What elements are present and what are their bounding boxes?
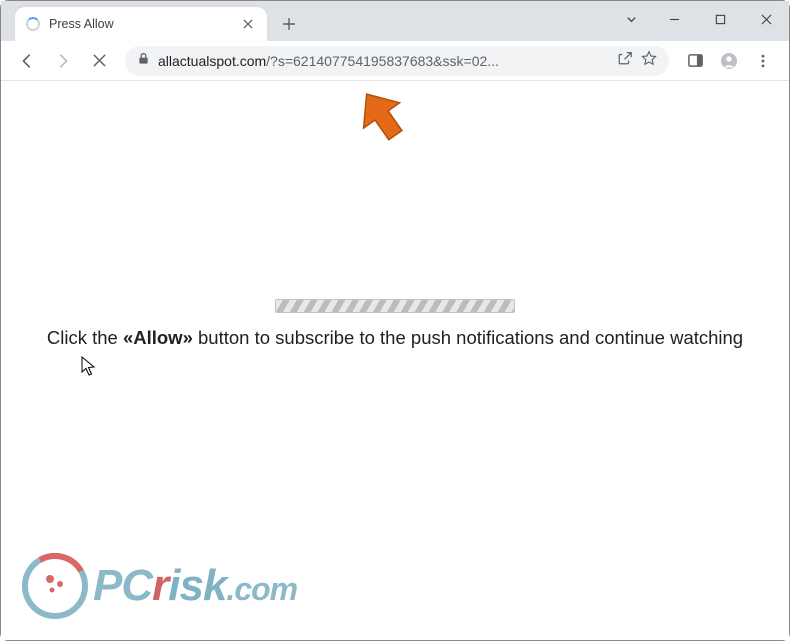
stop-button[interactable] — [83, 46, 115, 76]
address-bar[interactable]: allactualspot.com/?s=621407754195837683&… — [125, 46, 669, 76]
browser-tab[interactable]: Press Allow — [15, 7, 267, 41]
menu-button[interactable] — [747, 46, 779, 76]
tab-search-button[interactable] — [611, 1, 651, 37]
text-prefix: Click the — [47, 327, 123, 348]
pcrisk-watermark: PCrisk.com — [19, 550, 297, 622]
url-path: /?s=621407754195837683&ssk=02... — [266, 53, 499, 69]
loading-bar — [275, 299, 515, 313]
tab-loading-icon — [25, 16, 41, 32]
tab-title: Press Allow — [49, 17, 231, 31]
toolbar: allactualspot.com/?s=621407754195837683&… — [1, 41, 789, 81]
lock-icon — [137, 52, 150, 70]
titlebar: Press Allow — [1, 1, 789, 41]
watermark-text: PCrisk.com — [93, 561, 297, 611]
window-minimize-button[interactable] — [651, 1, 697, 37]
window-close-button[interactable] — [743, 1, 789, 37]
instruction-text: Click the «Allow» button to subscribe to… — [33, 327, 757, 349]
watermark-pc: PC — [93, 561, 152, 611]
window-maximize-button[interactable] — [697, 1, 743, 37]
watermark-logo-icon — [19, 550, 91, 622]
window-controls — [611, 1, 789, 37]
back-button[interactable] — [11, 46, 43, 76]
allow-word: «Allow» — [123, 327, 193, 348]
url-text: allactualspot.com/?s=621407754195837683&… — [158, 53, 609, 69]
side-panel-button[interactable] — [679, 46, 711, 76]
share-button[interactable] — [617, 50, 633, 71]
tab-close-button[interactable] — [239, 15, 257, 33]
url-host: allactualspot.com — [158, 53, 266, 69]
bookmark-button[interactable] — [641, 50, 657, 71]
profile-button[interactable] — [713, 46, 745, 76]
watermark-dotcom: .com — [226, 571, 297, 608]
text-suffix: button to subscribe to the push notifica… — [193, 327, 743, 348]
watermark-isk: isk — [168, 561, 226, 611]
watermark-r: r — [152, 561, 168, 611]
new-tab-button[interactable] — [275, 10, 303, 38]
forward-button[interactable] — [47, 46, 79, 76]
